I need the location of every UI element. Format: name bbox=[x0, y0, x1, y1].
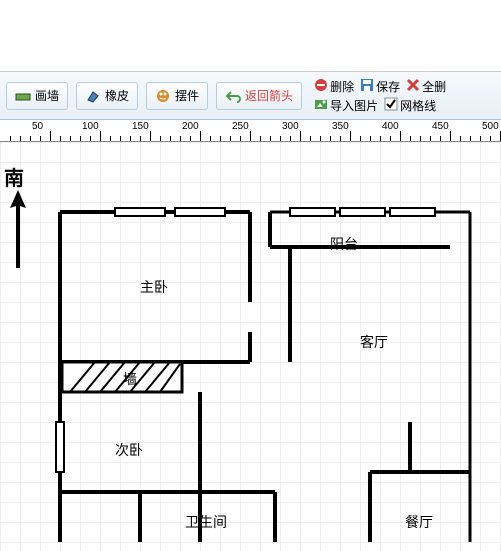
back-arrow-icon bbox=[225, 88, 241, 104]
eraser-button[interactable]: 橡皮 bbox=[76, 82, 138, 110]
delete-label: 删除 bbox=[330, 78, 354, 95]
north-arrow-icon bbox=[8, 190, 28, 273]
save-label: 保存 bbox=[376, 78, 400, 95]
checkbox-icon bbox=[384, 97, 398, 114]
horizontal-ruler: 50100150200250300350400450500 bbox=[0, 120, 501, 142]
eraser-icon bbox=[85, 88, 101, 104]
draw-wall-label: 画墙 bbox=[35, 87, 59, 104]
furniture-label: 摆件 bbox=[175, 87, 199, 104]
balcony-label: 阳台 bbox=[330, 234, 358, 254]
master-bedroom-label: 主卧 bbox=[140, 277, 168, 297]
save-button[interactable]: 保存 bbox=[360, 78, 400, 95]
titlebar-area bbox=[0, 0, 501, 72]
wall-icon bbox=[15, 88, 31, 104]
second-bedroom-label: 次卧 bbox=[115, 440, 143, 460]
import-image-button[interactable]: 导入图片 bbox=[314, 97, 378, 114]
right-toolbar-group: 删除 保存 全删 导入图片 网格线 bbox=[314, 78, 446, 114]
furniture-button[interactable]: 摆件 bbox=[146, 82, 208, 110]
delete-all-label: 全删 bbox=[422, 78, 446, 95]
floorplan-drawing: 阳台 主卧 客厅 墙 次卧 卫生间 餐厅 bbox=[40, 192, 480, 551]
back-arrow-button[interactable]: 返回箭头 bbox=[216, 82, 302, 110]
toolbar: 画墙 橡皮 摆件 返回箭头 删除 保存 全删 bbox=[0, 72, 501, 120]
import-label: 导入图片 bbox=[330, 97, 378, 114]
back-arrow-label: 返回箭头 bbox=[245, 87, 293, 104]
furniture-icon bbox=[155, 88, 171, 104]
save-icon bbox=[360, 78, 374, 95]
floorplan-canvas[interactable]: 南 bbox=[0, 142, 501, 551]
eraser-label: 橡皮 bbox=[105, 87, 129, 104]
delete-all-button[interactable]: 全删 bbox=[406, 78, 446, 95]
delete-icon bbox=[314, 78, 328, 95]
draw-wall-button[interactable]: 画墙 bbox=[6, 82, 68, 110]
delete-all-icon bbox=[406, 78, 420, 95]
living-room-label: 客厅 bbox=[360, 332, 388, 352]
dining-room-label: 餐厅 bbox=[405, 512, 433, 532]
wall-label: 墙 bbox=[123, 369, 137, 389]
import-icon bbox=[314, 97, 328, 114]
bathroom-label: 卫生间 bbox=[185, 512, 227, 532]
gridlines-toggle[interactable]: 网格线 bbox=[384, 97, 436, 114]
compass-label: 南 bbox=[4, 162, 24, 191]
gridlines-label: 网格线 bbox=[400, 97, 436, 114]
delete-button[interactable]: 删除 bbox=[314, 78, 354, 95]
